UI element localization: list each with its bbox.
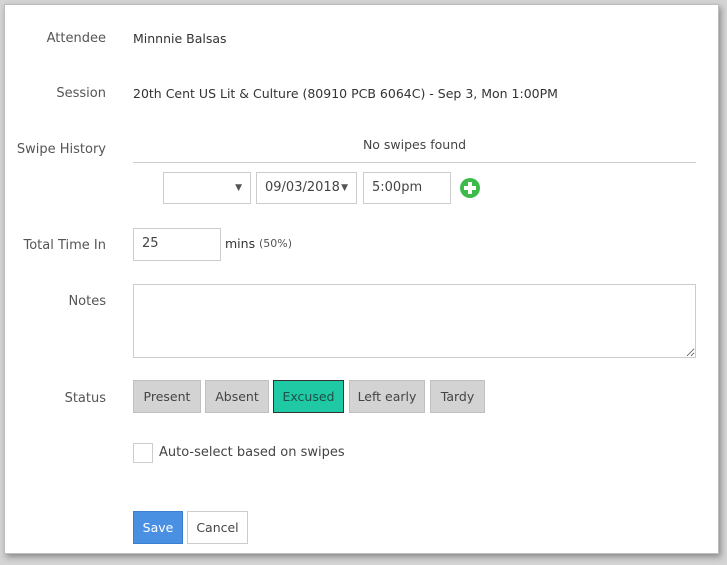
status-left-early-button[interactable]: Left early bbox=[349, 380, 425, 413]
status-tardy-button[interactable]: Tardy bbox=[430, 380, 485, 413]
status-label: Status bbox=[64, 391, 106, 406]
notes-label: Notes bbox=[68, 294, 106, 309]
total-time-percent: (50%) bbox=[259, 237, 293, 250]
swipe-time-value: 5:00pm bbox=[372, 180, 423, 195]
total-time-label: Total Time In bbox=[23, 238, 106, 253]
notes-textarea[interactable] bbox=[133, 284, 696, 358]
swipe-date-value: 09/03/2018 bbox=[265, 180, 340, 195]
session-value: 20th Cent US Lit & Culture (80910 PCB 60… bbox=[133, 86, 558, 101]
swipe-time-input[interactable]: 5:00pm bbox=[363, 172, 451, 204]
status-excused-button[interactable]: Excused bbox=[273, 380, 344, 413]
attendee-label: Attendee bbox=[46, 31, 106, 46]
swipe-history-label: Swipe History bbox=[16, 142, 106, 157]
total-time-input[interactable]: 25 bbox=[133, 228, 221, 261]
save-button[interactable]: Save bbox=[133, 511, 183, 544]
add-swipe-plus-icon[interactable] bbox=[460, 178, 480, 198]
auto-select-label: Auto-select based on swipes bbox=[159, 445, 345, 460]
chevron-down-icon: ▼ bbox=[341, 183, 348, 193]
swipe-type-select[interactable]: ▼ bbox=[163, 172, 251, 204]
total-time-value: 25 bbox=[142, 236, 159, 251]
swipe-history-empty: No swipes found bbox=[133, 136, 696, 163]
status-present-button[interactable]: Present bbox=[133, 380, 201, 413]
attendance-edit-dialog: Attendee Minnnie Balsas Session 20th Cen… bbox=[4, 4, 719, 554]
swipe-date-select[interactable]: 09/03/2018 ▼ bbox=[256, 172, 357, 204]
chevron-down-icon: ▼ bbox=[235, 183, 242, 193]
attendee-name: Minnnie Balsas bbox=[133, 31, 227, 46]
status-absent-button[interactable]: Absent bbox=[205, 380, 269, 413]
session-label: Session bbox=[56, 86, 106, 101]
total-time-unit: mins bbox=[225, 236, 256, 251]
auto-select-checkbox[interactable] bbox=[133, 443, 153, 463]
cancel-button[interactable]: Cancel bbox=[187, 511, 248, 544]
